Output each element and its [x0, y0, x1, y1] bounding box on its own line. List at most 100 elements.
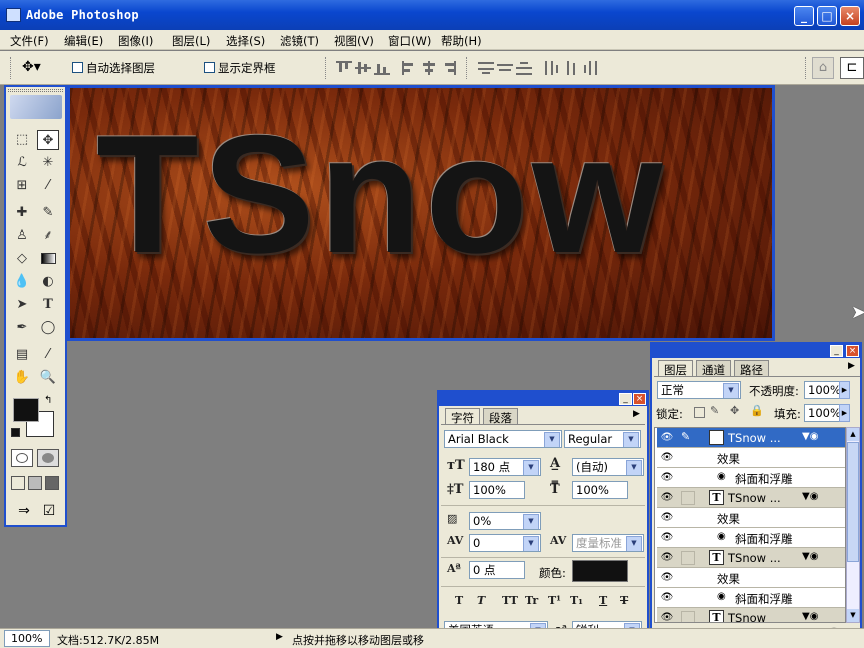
- layer-row[interactable]: 👁 T TSnow ▼◉: [657, 608, 845, 622]
- layers-panel-menu-icon[interactable]: ▶: [848, 361, 855, 371]
- options-grip[interactable]: [10, 57, 13, 79]
- distribute-hcenter-icon[interactable]: [563, 61, 579, 75]
- layer-row[interactable]: 👁 T TSnow ... ▼◉: [657, 488, 845, 508]
- character-panel-minimize-button[interactable]: _: [619, 393, 632, 405]
- path-selection-icon[interactable]: ➤: [11, 295, 33, 315]
- align-vcenter-icon[interactable]: [355, 61, 371, 75]
- show-bounds-checkbox[interactable]: [204, 62, 215, 73]
- eye-icon[interactable]: 👁: [659, 471, 675, 485]
- layer-name[interactable]: TSnow ...: [728, 491, 781, 505]
- effects-toggle-icon[interactable]: ▼◉: [802, 551, 818, 562]
- scrollbar-thumb[interactable]: [847, 442, 859, 562]
- font-size-select[interactable]: 180 点: [469, 458, 541, 476]
- eraser-tool-icon[interactable]: ◇: [11, 249, 33, 269]
- character-panel-menu-icon[interactable]: ▶: [633, 409, 640, 419]
- status-arrow-icon[interactable]: ▶: [276, 632, 283, 642]
- eye-icon[interactable]: 👁: [659, 431, 675, 445]
- distribute-bottom-icon[interactable]: [516, 61, 532, 75]
- baseline-shift-input[interactable]: 0 点: [469, 561, 525, 579]
- effect-row[interactable]: 👁 ◉ 斜面和浮雕: [657, 588, 845, 608]
- canvas-text-tsnow[interactable]: TSnow: [96, 110, 667, 278]
- menu-window[interactable]: 窗口(W): [388, 33, 431, 49]
- eye-icon[interactable]: 👁: [659, 551, 675, 565]
- layer-row[interactable]: 👁 ✎ T TSnow ... ▼◉: [657, 428, 845, 448]
- distribute-top-icon[interactable]: [478, 61, 494, 75]
- menu-layer[interactable]: 图层(L): [172, 33, 210, 49]
- default-colors-icon[interactable]: [11, 428, 20, 437]
- strikethrough-button[interactable]: T: [620, 594, 628, 607]
- close-button[interactable]: ×: [840, 6, 860, 26]
- eye-icon[interactable]: 👁: [659, 571, 675, 585]
- adobe-feather-logo[interactable]: [10, 95, 62, 119]
- blur-tool-icon[interactable]: 💧: [11, 272, 33, 292]
- lasso-tool-icon[interactable]: ℒ: [11, 153, 33, 173]
- document-size[interactable]: 文档:512.7K/2.85M: [57, 632, 159, 648]
- menu-filter[interactable]: 滤镜(T): [280, 33, 319, 49]
- screen-mode-full-menu-icon[interactable]: [28, 476, 42, 490]
- eye-icon[interactable]: 👁: [659, 611, 675, 622]
- document-canvas[interactable]: TSnow: [67, 85, 775, 341]
- jump-to-imageready-icon[interactable]: ⇒: [12, 503, 36, 521]
- lock-transparency-icon[interactable]: [694, 407, 705, 418]
- auto-select-checkbox[interactable]: [72, 62, 83, 73]
- screen-mode-standard-icon[interactable]: [11, 476, 25, 490]
- effects-toggle-icon[interactable]: ▼◉: [802, 611, 818, 622]
- baseline-scale-select[interactable]: 0%: [469, 512, 541, 530]
- effects-toggle-icon[interactable]: ▼◉: [802, 491, 818, 502]
- effects-toggle-icon[interactable]: ▼◉: [802, 431, 818, 442]
- tracking-select[interactable]: 0: [469, 534, 541, 552]
- brush-tool-icon[interactable]: ✎: [37, 203, 59, 223]
- jump-to-icon[interactable]: ☑: [39, 503, 59, 521]
- healing-brush-icon[interactable]: ✚: [11, 203, 33, 223]
- eye-icon[interactable]: 👁: [659, 511, 675, 525]
- kerning-select[interactable]: 度量标准: [572, 534, 644, 552]
- eye-icon[interactable]: 👁: [659, 591, 675, 605]
- blend-mode-select[interactable]: 正常: [657, 381, 741, 399]
- align-hcenter-icon[interactable]: [421, 61, 437, 75]
- layer-name[interactable]: TSnow: [728, 611, 766, 622]
- slice-tool-icon[interactable]: ⁄: [37, 176, 59, 196]
- tab-layers[interactable]: 图层: [658, 360, 693, 377]
- menu-select[interactable]: 选择(S): [226, 33, 265, 49]
- menu-help[interactable]: 帮助(H): [441, 33, 482, 49]
- eyedropper-icon[interactable]: ⁄: [37, 345, 59, 365]
- layers-panel-titlebar[interactable]: [652, 344, 860, 358]
- scroll-down-icon[interactable]: ▼: [847, 609, 859, 622]
- notes-tool-icon[interactable]: ▤: [11, 345, 33, 365]
- minimize-button[interactable]: _: [794, 6, 814, 26]
- lock-position-icon[interactable]: ✥: [730, 404, 739, 417]
- align-left-icon[interactable]: [402, 61, 418, 75]
- leading-select[interactable]: (自动): [572, 458, 644, 476]
- tab-character[interactable]: 字符: [445, 408, 480, 425]
- align-bottom-icon[interactable]: [374, 61, 390, 75]
- clone-stamp-icon[interactable]: ♙: [11, 226, 33, 246]
- layers-scrollbar[interactable]: ▲ ▼: [846, 427, 860, 623]
- eye-icon[interactable]: 👁: [659, 491, 675, 505]
- tab-paths[interactable]: 路径: [734, 360, 769, 377]
- subscript-button[interactable]: T₁: [570, 594, 583, 607]
- scroll-up-icon[interactable]: ▲: [847, 428, 859, 441]
- layers-panel-close-button[interactable]: ×: [846, 345, 859, 357]
- eye-icon[interactable]: 👁: [659, 451, 675, 465]
- screen-mode-full-icon[interactable]: [45, 476, 59, 490]
- effects-row[interactable]: 👁 效果: [657, 448, 845, 468]
- history-brush-icon[interactable]: ⸙: [37, 226, 59, 246]
- tab-channels[interactable]: 通道: [696, 360, 731, 377]
- move-tool-preset-icon[interactable]: ✥▾: [22, 59, 41, 75]
- faux-italic-button[interactable]: T: [477, 594, 485, 607]
- vertical-scale-input[interactable]: 100%: [469, 481, 525, 499]
- small-caps-button[interactable]: Tr: [525, 594, 538, 607]
- layer-row[interactable]: 👁 T TSnow ... ▼◉: [657, 548, 845, 568]
- auto-select-layer-option[interactable]: 自动选择图层: [72, 60, 155, 76]
- menu-view[interactable]: 视图(V): [334, 33, 374, 49]
- effects-row[interactable]: 👁 效果: [657, 568, 845, 588]
- menu-edit[interactable]: 编辑(E): [64, 33, 103, 49]
- layer-name[interactable]: TSnow ...: [728, 431, 781, 445]
- effect-row[interactable]: 👁 ◉ 斜面和浮雕: [657, 468, 845, 488]
- distribute-vcenter-icon[interactable]: [497, 61, 513, 75]
- character-panel-close-button[interactable]: ×: [633, 393, 646, 405]
- dodge-tool-icon[interactable]: ◐: [37, 272, 59, 292]
- gradient-tool-icon[interactable]: [37, 249, 59, 269]
- maximize-button[interactable]: □: [817, 6, 837, 26]
- underline-button[interactable]: T: [599, 594, 607, 607]
